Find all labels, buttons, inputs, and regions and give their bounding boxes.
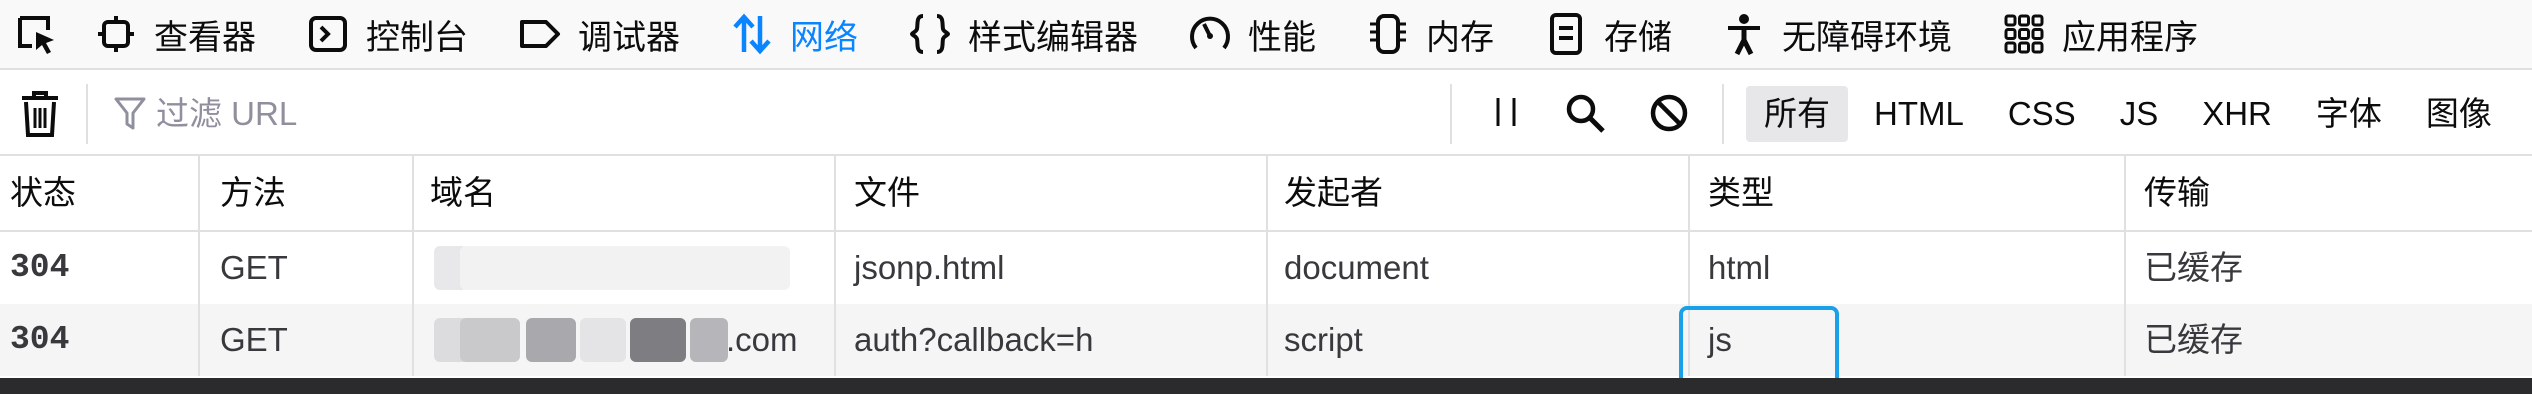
filter-tab-js[interactable]: JS	[2102, 86, 2177, 142]
performance-icon	[1186, 10, 1234, 58]
clear-requests-trash-icon[interactable]	[14, 86, 66, 142]
filter-tab-css[interactable]: CSS	[1990, 86, 2094, 142]
filter-url-input[interactable]	[156, 86, 1436, 142]
inspector-icon	[92, 10, 140, 58]
tab-label: 存储	[1604, 18, 1672, 57]
application-icon	[2000, 10, 2048, 58]
column-header-file[interactable]: 文件	[844, 156, 1268, 230]
filter-tab-media[interactable]: 媒	[2518, 86, 2532, 142]
element-picker-icon[interactable]	[8, 6, 64, 62]
column-header-type[interactable]: 类型	[1698, 156, 2126, 230]
cell-file: jsonp.html	[844, 232, 1268, 304]
accessibility-icon	[1720, 10, 1768, 58]
cell-method: GET	[210, 232, 414, 304]
cell-domain: .com	[420, 304, 836, 376]
tab-application[interactable]: 应用程序	[2000, 0, 2198, 68]
console-icon	[304, 10, 352, 58]
pause-icon[interactable]	[1488, 94, 1524, 130]
tab-label: 性能	[1248, 18, 1316, 57]
tab-style-editor[interactable]: 样式编辑器	[906, 0, 1138, 68]
request-type-filters: 所有 HTML CSS JS XHR 字体 图像 媒	[1746, 82, 2532, 146]
cell-status: 304	[0, 232, 200, 304]
divider	[86, 84, 88, 144]
cell-file: auth?callback=h	[844, 304, 1268, 376]
requests-table-header: 状态 方法 域名 文件 发起者 类型 传输	[0, 156, 2532, 232]
cell-transfer: 已缓存	[2144, 321, 2243, 358]
storage-icon	[1542, 10, 1590, 58]
network-filter-bar: 所有 HTML CSS JS XHR 字体 图像 媒	[0, 72, 2532, 156]
devtools-toolbar: 查看器 控制台 调试器 网络 样式编辑器 性能 内存 存储 无障碍环境 应用程序	[0, 0, 2532, 70]
redacted-domain	[580, 318, 626, 362]
cell-method: GET	[210, 304, 414, 376]
table-row[interactable]: 304 GET jsonp.html document html 已缓存	[0, 232, 2532, 304]
tab-label: 网络	[790, 18, 858, 57]
tab-performance[interactable]: 性能	[1186, 0, 1316, 68]
network-icon	[728, 10, 776, 58]
tab-label: 调试器	[578, 18, 680, 57]
column-header-method[interactable]: 方法	[210, 156, 414, 230]
redacted-domain	[690, 318, 728, 362]
filter-tab-images[interactable]: 图像	[2408, 86, 2510, 142]
tab-memory[interactable]: 内存	[1364, 0, 1494, 68]
tab-label: 查看器	[154, 18, 256, 57]
cell-initiator: document	[1274, 232, 1690, 304]
cell-initiator: script	[1274, 304, 1690, 376]
column-header-domain[interactable]: 域名	[420, 156, 836, 230]
cell-domain	[420, 232, 836, 304]
tab-storage[interactable]: 存储	[1542, 0, 1672, 68]
tab-label: 无障碍环境	[1782, 18, 1952, 57]
filter-tab-all[interactable]: 所有	[1746, 86, 1848, 142]
tab-label: 样式编辑器	[968, 18, 1138, 57]
divider	[1450, 84, 1452, 144]
column-header-status[interactable]: 状态	[0, 156, 200, 230]
column-header-initiator[interactable]: 发起者	[1274, 156, 1690, 230]
cell-status: 304	[0, 304, 200, 376]
column-header-transfer[interactable]: 传输	[2134, 156, 2532, 230]
tab-network[interactable]: 网络	[728, 0, 858, 68]
bottom-panel-edge	[0, 378, 2532, 394]
filter-icon	[114, 96, 146, 132]
tab-label: 应用程序	[2062, 18, 2198, 57]
debugger-icon	[516, 10, 564, 58]
tab-console[interactable]: 控制台	[304, 0, 468, 68]
tab-label: 控制台	[366, 18, 468, 57]
search-icon[interactable]	[1564, 92, 1606, 134]
filter-tab-html[interactable]: HTML	[1856, 86, 1982, 142]
tab-inspector[interactable]: 查看器	[92, 0, 256, 68]
memory-icon	[1364, 10, 1412, 58]
tab-accessibility[interactable]: 无障碍环境	[1720, 0, 1952, 68]
redacted-domain	[460, 246, 790, 290]
redacted-domain	[630, 318, 686, 362]
tab-label: 内存	[1426, 18, 1494, 57]
cell-type: html	[1698, 232, 2126, 304]
tab-debugger[interactable]: 调试器	[516, 0, 680, 68]
redacted-domain	[526, 318, 576, 362]
table-row[interactable]: 304 GET .com auth?callback=h script js 已…	[0, 304, 2532, 376]
style-editor-icon	[906, 10, 954, 58]
redacted-domain	[460, 318, 520, 362]
filter-tab-fonts[interactable]: 字体	[2298, 86, 2400, 142]
divider	[1722, 84, 1724, 144]
filter-tab-xhr[interactable]: XHR	[2184, 86, 2290, 142]
block-requests-icon[interactable]	[1648, 92, 1690, 134]
cell-transfer: 已缓存	[2144, 249, 2243, 286]
